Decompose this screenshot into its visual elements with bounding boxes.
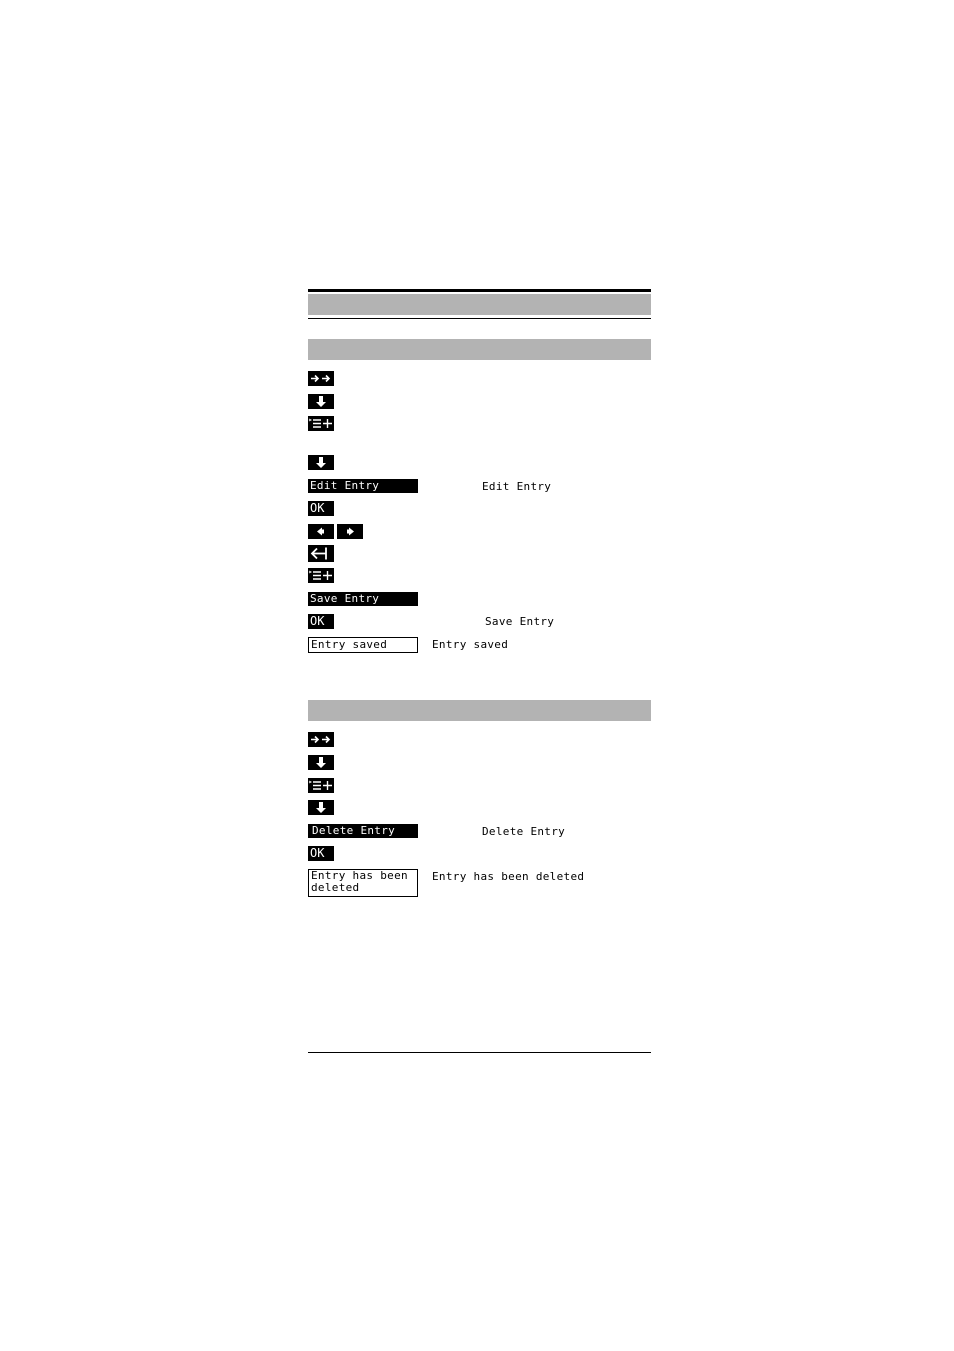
display-edit-entry[interactable]: Edit Entry: [308, 479, 418, 493]
right-arrow-icon: [347, 527, 354, 536]
down-arrow-icon: [316, 396, 326, 407]
header-rule-thick: [308, 289, 651, 292]
ok-button[interactable]: OK: [308, 614, 334, 629]
ok-button[interactable]: OK: [308, 846, 334, 861]
menu-list-plus-icon: [308, 418, 332, 428]
forward-arrows-key[interactable]: [308, 371, 334, 386]
menu-list-plus-icon: [308, 780, 332, 790]
left-key[interactable]: [308, 524, 334, 539]
down-key[interactable]: [308, 800, 334, 815]
left-arrow-icon: [317, 527, 324, 536]
forward-arrows-key[interactable]: [308, 732, 334, 747]
down-arrow-icon: [316, 457, 326, 468]
down-key[interactable]: [308, 755, 334, 770]
display-save-entry[interactable]: Save Entry: [308, 592, 418, 606]
display-entry-deleted: Entry has been deleted: [308, 869, 418, 897]
display-delete-entry[interactable]: Delete Entry: [308, 824, 418, 838]
desc-save-entry: Save Entry: [485, 615, 555, 628]
desc-entry-deleted: Entry has been deleted: [432, 870, 585, 883]
section-edit-band: [308, 339, 651, 360]
menu-list-plus-icon: [308, 570, 332, 580]
desc-delete-entry: Delete Entry: [482, 825, 566, 838]
backspace-icon: [310, 547, 327, 560]
display-entry-saved: Entry saved: [308, 637, 418, 653]
down-key[interactable]: [308, 394, 334, 409]
header-rule-thin: [308, 318, 651, 319]
right-key[interactable]: [337, 524, 363, 539]
forward-arrows-icon: [311, 735, 331, 744]
forward-arrows-icon: [311, 374, 331, 383]
footer-rule: [308, 1052, 651, 1053]
down-arrow-icon: [316, 757, 326, 768]
desc-entry-saved: Entry saved: [432, 638, 509, 651]
ok-button[interactable]: OK: [308, 501, 334, 516]
desc-edit-entry: Edit Entry: [482, 480, 552, 493]
menu-key[interactable]: [308, 778, 334, 793]
menu-key[interactable]: [308, 416, 334, 431]
section-delete-band: [308, 700, 651, 721]
down-arrow-icon: [316, 802, 326, 813]
backspace-key[interactable]: [308, 545, 334, 562]
menu-key[interactable]: [308, 568, 334, 583]
down-key[interactable]: [308, 455, 334, 470]
header-band: [308, 294, 651, 315]
